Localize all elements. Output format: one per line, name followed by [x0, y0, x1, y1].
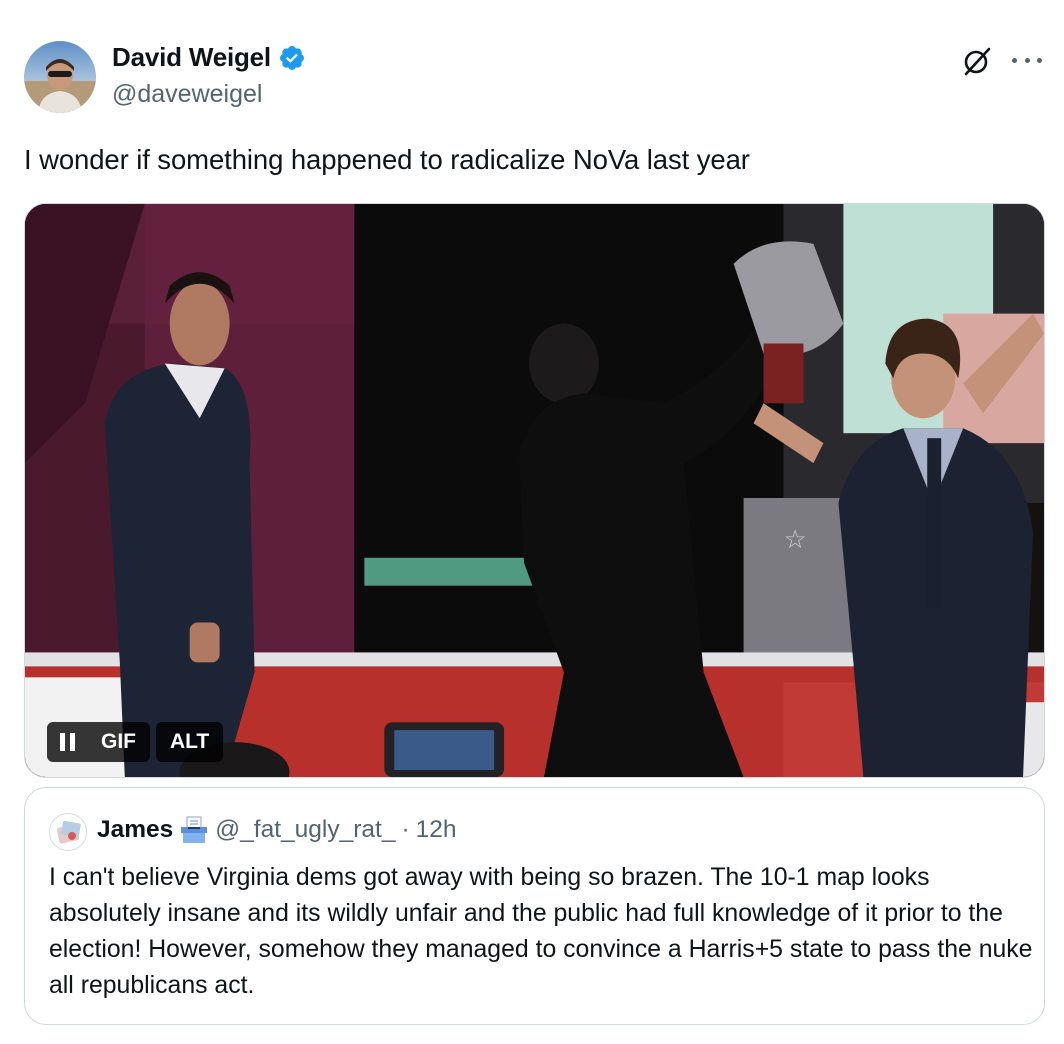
quoted-header: James @_fat_ugly_rat_ · 12h — [97, 816, 457, 844]
alt-text-button[interactable]: ALT — [156, 722, 224, 762]
gif-frame-image: ☆ — [25, 204, 1044, 777]
quoted-handle[interactable]: @_fat_ugly_rat_ — [215, 816, 395, 844]
quoted-timestamp[interactable]: 12h — [416, 816, 457, 844]
author-name-row: David Weigel — [112, 42, 306, 73]
author-handle[interactable]: @daveweigel — [112, 80, 262, 109]
quoted-tweet-text: I can't believe Virginia dems got away w… — [49, 864, 1033, 999]
ballot-box-icon — [179, 816, 209, 844]
tweet-text: I wonder if something happened to radica… — [24, 144, 750, 175]
author-display-name[interactable]: David Weigel — [112, 42, 271, 73]
svg-text:☆: ☆ — [784, 525, 807, 555]
grok-icon[interactable] — [960, 44, 994, 78]
quoted-tweet[interactable]: James @_fat_ugly_rat_ · 12h I can't beli… — [24, 787, 1045, 1025]
tweet-gif-media[interactable]: ☆ GIF ALT — [24, 203, 1045, 778]
verified-badge-icon — [278, 44, 306, 72]
quoted-display-name[interactable]: James — [97, 816, 173, 844]
pause-icon[interactable] — [47, 722, 87, 762]
separator-dot: · — [401, 816, 410, 843]
gif-badge: GIF — [87, 722, 150, 762]
quoted-author-avatar[interactable] — [49, 813, 87, 851]
media-controls: GIF ALT — [47, 722, 224, 762]
playback-controls: GIF — [47, 722, 150, 762]
more-horizontal-icon[interactable] — [1012, 46, 1042, 74]
tweet: David Weigel @daveweigel I wonder if som… — [0, 0, 1064, 1044]
author-avatar[interactable] — [24, 41, 96, 113]
